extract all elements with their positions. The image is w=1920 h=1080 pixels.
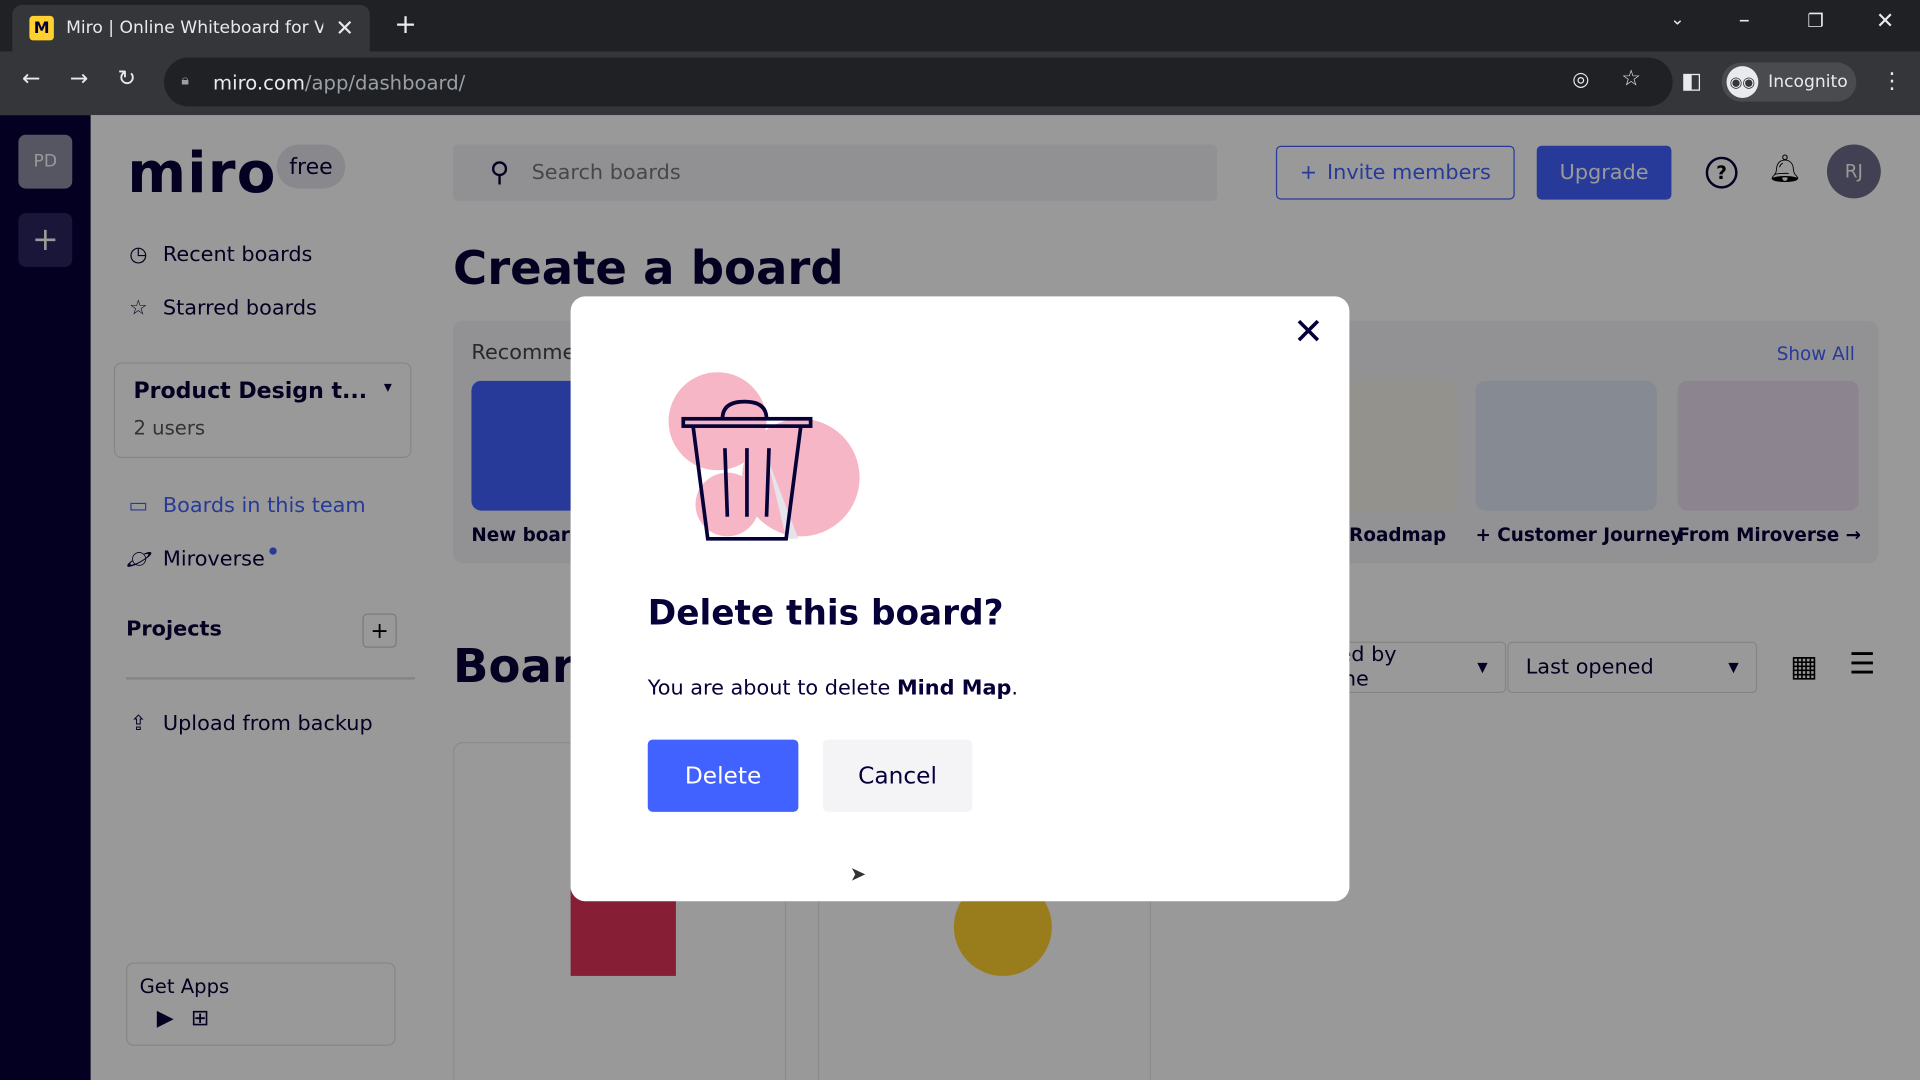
browser-tab-bar: M Miro | Online Whiteboard for Visual Co…	[0, 0, 1920, 52]
close-icon[interactable]: ✕	[1293, 314, 1324, 352]
address-bar[interactable]: 🔒︎ miro.com/app/dashboard/ ◎ ☆	[164, 57, 1673, 107]
incognito-indicator[interactable]: ◉◉ Incognito	[1721, 62, 1857, 102]
cancel-button[interactable]: Cancel	[822, 739, 973, 812]
browser-tab[interactable]: M Miro | Online Whiteboard for Visual Co…	[12, 4, 370, 52]
lock-icon: 🔒︎	[181, 71, 190, 89]
url-host: miro.com	[213, 70, 305, 94]
minimize-icon[interactable]: –	[1739, 7, 1750, 33]
board-name: Mind Map	[896, 675, 1012, 701]
mouse-cursor-icon: ➤	[849, 862, 867, 886]
tab-title: Miro | Online Whiteboard for Visual Coll…	[66, 18, 323, 38]
forward-icon[interactable]: →	[70, 66, 88, 92]
delete-board-dialog: ✕ Delete this board? You are about to de…	[570, 296, 1350, 902]
dialog-message: You are about to delete Mind Map.	[648, 676, 1018, 700]
message-text: You are about to delete	[647, 675, 897, 701]
side-panel-icon[interactable]: ◧	[1681, 69, 1702, 95]
close-window-icon[interactable]: ✕	[1876, 9, 1894, 35]
reload-icon[interactable]: ↻	[118, 66, 136, 92]
tab-search-icon[interactable]: ⌄	[1670, 10, 1684, 30]
restore-icon[interactable]: ❐	[1807, 10, 1823, 32]
trash-illustration-icon	[668, 372, 860, 541]
close-tab-icon[interactable]: ✕	[336, 15, 354, 41]
browser-menu-icon[interactable]: ⋮	[1881, 69, 1903, 95]
bookmark-star-icon[interactable]: ☆	[1621, 66, 1641, 92]
message-punct: .	[1011, 675, 1019, 701]
new-tab-icon[interactable]: +	[394, 10, 417, 41]
incognito-icon: ◉◉	[1726, 66, 1759, 98]
delete-button[interactable]: Delete	[647, 739, 799, 812]
incognito-label: Incognito	[1768, 72, 1848, 92]
dialog-title: Delete this board?	[647, 592, 1004, 634]
tracking-blocked-icon[interactable]: ◎	[1572, 67, 1589, 90]
miro-favicon-icon: M	[29, 15, 54, 41]
url-path: /app/dashboard/	[304, 70, 466, 94]
back-icon[interactable]: ←	[22, 66, 40, 92]
